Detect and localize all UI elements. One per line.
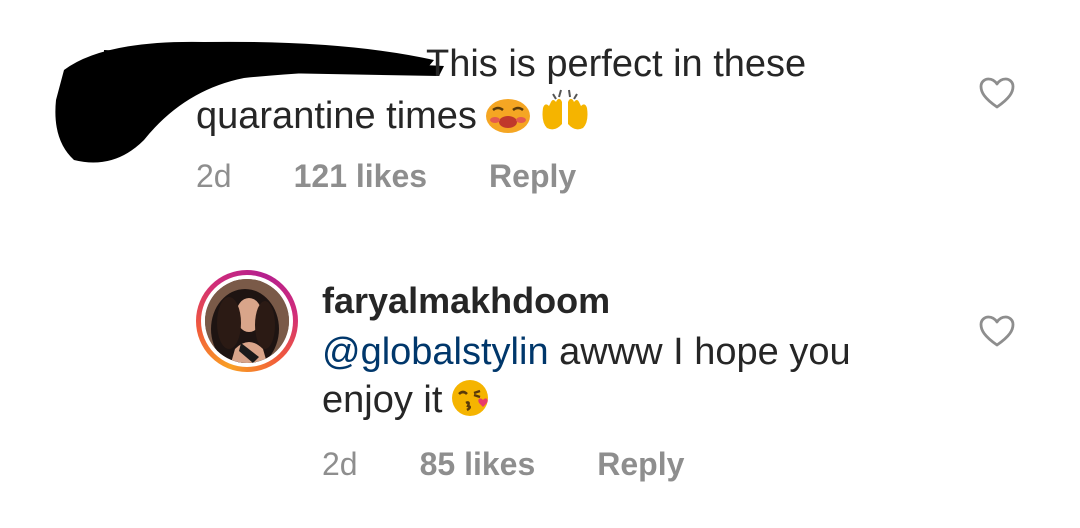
- weary-face-emoji: [485, 94, 531, 146]
- reply-button[interactable]: Reply: [597, 446, 684, 483]
- avatar[interactable]: [196, 270, 298, 372]
- comment-timestamp: 2d: [196, 158, 232, 194]
- comment-meta: 2d 85 likes Reply: [322, 446, 684, 483]
- comment-text: This is perfect in these quarantine time…: [196, 40, 916, 146]
- comment-text-line-1: This is perfect in these: [426, 43, 807, 85]
- raising-hands-emoji: [539, 88, 591, 146]
- comment-text-line-1: awww I hope you: [548, 331, 851, 373]
- mention-link[interactable]: @globalstylin: [322, 331, 549, 373]
- heart-outline-icon[interactable]: [978, 314, 1016, 348]
- likes-count[interactable]: 85 likes: [420, 446, 536, 483]
- reply-button[interactable]: Reply: [489, 158, 576, 195]
- face-blowing-kiss-emoji: [450, 378, 494, 430]
- comment-timestamp: 2d: [322, 446, 358, 482]
- comment-username[interactable]: faryalmakhdoom: [322, 280, 610, 322]
- comment-meta: 2d 121 likes Reply: [196, 158, 576, 195]
- avatar-photo: [205, 279, 289, 363]
- comment-text-line-2: quarantine times: [196, 95, 477, 137]
- heart-outline-icon[interactable]: [978, 76, 1016, 110]
- comment-text-line-2: enjoy it: [322, 379, 443, 421]
- likes-count[interactable]: 121 likes: [294, 158, 427, 195]
- comment-text: @globalstylin awww I hope you enjoy it: [322, 328, 942, 430]
- comments-screen: This is perfect in these quarantine time…: [0, 0, 1080, 528]
